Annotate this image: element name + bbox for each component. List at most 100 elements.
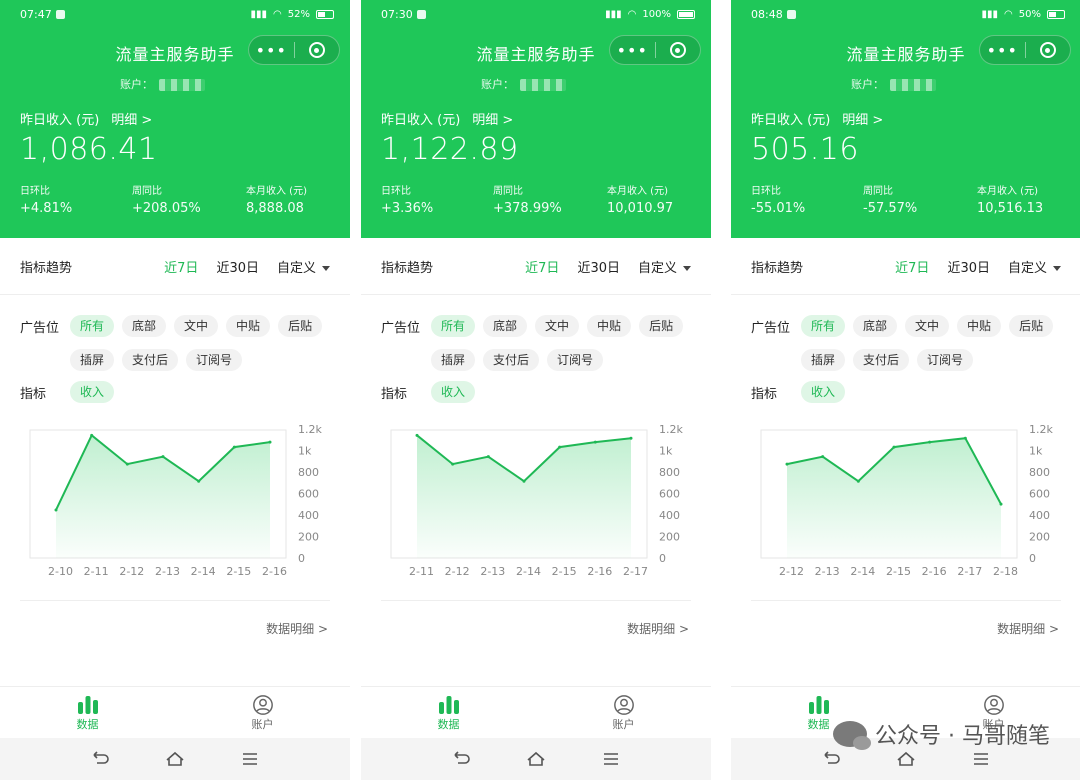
detail-link[interactable]: 明细 > <box>111 109 152 128</box>
back-icon[interactable] <box>91 751 109 767</box>
chip-after-payment[interactable]: 支付后 <box>483 349 540 371</box>
chip-all[interactable]: 所有 <box>431 315 476 337</box>
chip-in-article[interactable]: 文中 <box>535 315 580 337</box>
tab-7-days[interactable]: 近7日 <box>525 257 559 276</box>
tab-custom[interactable]: 自定义 <box>277 257 330 276</box>
tab-30-days[interactable]: 近30日 <box>577 257 620 276</box>
chip-after-payment[interactable]: 支付后 <box>122 349 179 371</box>
chip-income[interactable]: 收入 <box>801 381 846 403</box>
back-icon[interactable] <box>452 751 470 767</box>
divider <box>731 294 1080 295</box>
chip-interstitial[interactable]: 插屏 <box>801 349 846 371</box>
more-icon[interactable]: ••• <box>610 41 655 60</box>
chip-interstitial[interactable]: 插屏 <box>431 349 476 371</box>
y-tick-label: 1.2k <box>1029 423 1053 436</box>
wifi-icon: ◠ <box>627 8 637 20</box>
data-detail-link[interactable]: 数据明细 > <box>997 620 1059 637</box>
tab-30-days[interactable]: 近30日 <box>947 257 990 276</box>
status-bar: 07:47 ▮▮▮ ◠ 52% <box>20 6 334 22</box>
x-tick-label: 2-15 <box>226 565 251 578</box>
chevron-down-icon <box>683 265 691 271</box>
y-tick-label: 200 <box>1029 531 1050 544</box>
account-redacted <box>520 79 566 91</box>
income-trend-chart: 1.2k 1k 800 600 400 200 0 2-10 2-11 2-12 2-13 2-14… <box>29 423 322 578</box>
menu-icon[interactable] <box>972 752 990 766</box>
data-point-2-16 <box>268 440 272 444</box>
yesterday-income-value: 1,086.41 <box>20 132 158 167</box>
chip-mid-roll[interactable]: 中贴 <box>957 315 1002 337</box>
chip-subscription[interactable]: 订阅号 <box>917 349 974 371</box>
chip-post-roll[interactable]: 后贴 <box>1009 315 1054 337</box>
data-detail-link[interactable]: 数据明细 > <box>266 620 328 637</box>
chip-post-roll[interactable]: 后贴 <box>278 315 323 337</box>
menu-icon[interactable] <box>241 752 259 766</box>
tab-7-days[interactable]: 近7日 <box>895 257 929 276</box>
month-income: 本月收入 (元) 10,516.13 <box>977 186 1044 216</box>
home-icon[interactable] <box>896 751 916 767</box>
chip-income[interactable]: 收入 <box>431 381 476 403</box>
chip-after-payment[interactable]: 支付后 <box>853 349 910 371</box>
chip-bottom[interactable]: 底部 <box>853 315 898 337</box>
chip-bottom[interactable]: 底部 <box>122 315 167 337</box>
x-tick-label: 2-17 <box>623 565 648 578</box>
close-mini-program-icon[interactable] <box>655 42 700 58</box>
x-tick-label: 2-11 <box>409 565 434 578</box>
chevron-down-icon <box>322 265 330 271</box>
x-tick-label: 2-16 <box>587 565 612 578</box>
chip-bottom[interactable]: 底部 <box>483 315 528 337</box>
tab-custom[interactable]: 自定义 <box>1008 257 1061 276</box>
yesterday-row: 昨日收入 (元) 明细 > <box>381 109 513 128</box>
tab-account[interactable]: 账户 <box>175 687 350 738</box>
x-tick-label: 2-14 <box>516 565 541 578</box>
ad-slot-label: 广告位 <box>751 320 791 336</box>
divider <box>20 600 330 601</box>
chip-subscription[interactable]: 订阅号 <box>186 349 243 371</box>
close-mini-program-icon[interactable] <box>1025 42 1070 58</box>
detail-link[interactable]: 明细 > <box>472 109 513 128</box>
chip-post-roll[interactable]: 后贴 <box>639 315 684 337</box>
y-tick-label: 0 <box>659 552 666 565</box>
chip-mid-roll[interactable]: 中贴 <box>226 315 271 337</box>
status-time: 07:30 <box>381 7 413 21</box>
x-tick-label: 2-13 <box>480 565 505 578</box>
chip-in-article[interactable]: 文中 <box>174 315 219 337</box>
data-detail-link[interactable]: 数据明细 > <box>627 620 689 637</box>
data-point-2-14 <box>856 479 860 483</box>
chip-mid-roll[interactable]: 中贴 <box>587 315 632 337</box>
metric-label: 指标 <box>381 386 408 402</box>
more-icon[interactable]: ••• <box>249 41 294 60</box>
tab-account[interactable]: 账户 <box>536 687 711 738</box>
income-area <box>787 438 1001 558</box>
close-mini-program-icon[interactable] <box>294 42 339 58</box>
y-tick-label: 1k <box>1029 445 1043 458</box>
chip-all[interactable]: 所有 <box>70 315 115 337</box>
mini-program-capsule[interactable]: ••• <box>609 35 701 65</box>
chip-subscription[interactable]: 订阅号 <box>547 349 604 371</box>
day-over-day: 日环比 +3.36% <box>381 186 434 216</box>
notification-icon <box>55 9 65 19</box>
tab-custom[interactable]: 自定义 <box>638 257 691 276</box>
home-icon[interactable] <box>526 751 546 767</box>
mini-program-capsule[interactable]: ••• <box>979 35 1071 65</box>
mini-program-capsule[interactable]: ••• <box>248 35 340 65</box>
x-tick-label: 2-13 <box>815 565 840 578</box>
detail-link[interactable]: 明细 > <box>842 109 883 128</box>
metric-label: 指标 <box>751 386 778 402</box>
back-icon[interactable] <box>822 751 840 767</box>
data-point-2-12 <box>125 462 129 466</box>
chip-income[interactable]: 收入 <box>70 381 115 403</box>
account-line: 账户： <box>120 76 205 92</box>
menu-icon[interactable] <box>602 752 620 766</box>
status-time: 07:47 <box>20 7 52 21</box>
tab-data[interactable]: 数据 <box>361 687 536 738</box>
tab-30-days[interactable]: 近30日 <box>216 257 259 276</box>
chip-in-article[interactable]: 文中 <box>905 315 950 337</box>
tab-7-days[interactable]: 近7日 <box>164 257 198 276</box>
chip-interstitial[interactable]: 插屏 <box>70 349 115 371</box>
more-icon[interactable]: ••• <box>980 41 1025 60</box>
status-bar: 08:48 ▮▮▮ ◠ 50% <box>751 6 1065 22</box>
home-icon[interactable] <box>165 751 185 767</box>
data-point-2-18 <box>999 502 1003 506</box>
chip-all[interactable]: 所有 <box>801 315 846 337</box>
tab-data[interactable]: 数据 <box>0 687 175 738</box>
